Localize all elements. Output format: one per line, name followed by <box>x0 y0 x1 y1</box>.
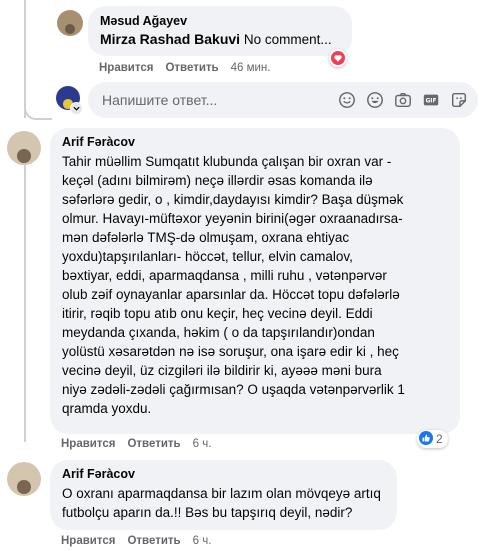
comment-text: Tahir müəllim Sumqatıt klubunda çalışan … <box>62 152 448 418</box>
reply-bubble: Məsud Ağayev Mirza Rashad Bakuvi No comm… <box>88 6 352 56</box>
like-button[interactable]: Нравится <box>61 535 115 547</box>
comment-line: keçəl (adını bilmirəm) neçə illərdir əsa… <box>62 173 373 188</box>
sticker-icon[interactable] <box>450 91 468 109</box>
comment-line: O oxranı aparmaqdansa bir lazım olan möv… <box>62 486 381 501</box>
comment-text: No comment... <box>243 32 332 47</box>
comment-line: olub zəif oynayanlar aparsınlar da. Höcc… <box>62 287 400 302</box>
comment-bubble: Arif Fəràcov O oxranı aparmaqdansa bir l… <box>50 460 397 530</box>
mention-link[interactable]: Mirza Rashad Bakuvi <box>100 31 240 47</box>
comment-line: meydanda çıxanda, həkim ( o da tapşırıla… <box>62 325 375 340</box>
svg-text:GIF: GIF <box>426 99 437 105</box>
comment-line: olmur. Havayı-müftəxor yeyənin birini(əg… <box>62 211 403 226</box>
timestamp[interactable]: 46 мин. <box>231 62 271 74</box>
comment-line: yoxdu)tapşırılanları- höccət, tellur, el… <box>62 249 353 264</box>
comment-line: bəxtiyar, eddi, aparmaqdansa , milli ruh… <box>62 268 387 283</box>
camera-icon[interactable] <box>394 91 412 109</box>
comment-author[interactable]: Məsud Ağayev <box>100 14 340 28</box>
avatar[interactable] <box>7 131 41 165</box>
timestamp[interactable]: 6 ч. <box>193 438 212 450</box>
comment-line: mən dəfələrlə TMŞ-də olmuşam, oxrana eht… <box>62 230 350 245</box>
avatar[interactable] <box>57 10 83 36</box>
comment-author[interactable]: Arif Fəràcov <box>62 135 448 149</box>
gif-icon[interactable]: GIF <box>422 91 440 109</box>
thread-line <box>24 160 26 442</box>
heart-reaction-icon[interactable] <box>329 49 347 67</box>
comment-line: vecinə deyil, üz cizgiləri ilə bildirir … <box>62 363 382 378</box>
thread-curve <box>24 100 52 120</box>
reaction-count: 2 <box>436 432 443 446</box>
emoji-icon[interactable] <box>366 91 384 109</box>
reply-button[interactable]: Ответить <box>127 535 180 547</box>
reply-input[interactable] <box>100 91 338 109</box>
comment-text: O oxranı aparmaqdansa bir lazım olan möv… <box>62 484 385 522</box>
like-reaction-icon <box>419 430 433 448</box>
comment-line: Tahir müəllim Sumqatıt klubunda çalışan … <box>62 154 392 169</box>
reply-actions: Нравится Ответить 46 мин. <box>99 62 270 74</box>
smiley-icon[interactable] <box>338 91 356 109</box>
reply-button[interactable]: Ответить <box>127 438 180 450</box>
comment-actions: Нравится Ответить 6 ч. <box>61 535 211 547</box>
reply-button[interactable]: Ответить <box>165 62 218 74</box>
comment-line: qramda yoxdu. <box>62 401 152 416</box>
comment-line: itirir, rəqib topu atıb onu keçir, heç v… <box>62 306 373 321</box>
comment-line: səfərlərə gedir, o , kimdir,daydayısı ki… <box>62 192 404 207</box>
like-button[interactable]: Нравится <box>61 438 115 450</box>
reply-composer: GIF <box>88 82 478 118</box>
comment-line: yolüstü xəsarətdən nə isə soruşur, ona i… <box>62 344 399 359</box>
avatar-chevron-icon[interactable] <box>70 102 83 115</box>
comment-line: futbolçu aparın da.!! Bəs bu tapşırıq de… <box>62 505 353 520</box>
comment-line: niyə zədəli-zədəli çağırmısan? O uşaqda … <box>62 382 405 397</box>
timestamp[interactable]: 6 ч. <box>193 535 212 547</box>
comment-author[interactable]: Arif Fəràcov <box>62 467 385 481</box>
like-button[interactable]: Нравится <box>99 62 153 74</box>
comment-bubble: Arif Fəràcov Tahir müəllim Sumqatıt klub… <box>50 128 460 434</box>
reaction-badge[interactable]: 2 <box>417 430 448 448</box>
comment-actions: Нравится Ответить 6 ч. <box>61 438 211 450</box>
avatar[interactable] <box>7 462 41 496</box>
